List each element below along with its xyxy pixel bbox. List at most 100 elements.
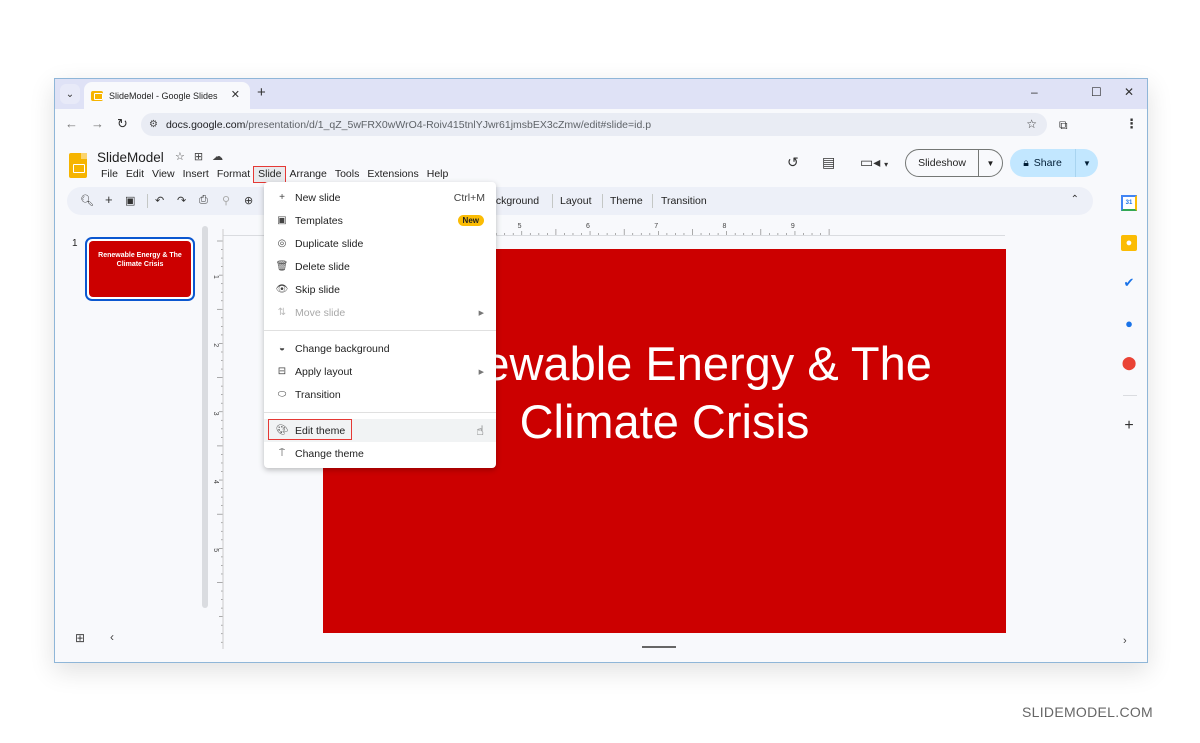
back-arrow-icon[interactable]: ← xyxy=(65,116,78,131)
side-panel: 31 ● ✔ ● ⬤ + xyxy=(1115,187,1147,657)
zoom-icon[interactable]: ⊕ xyxy=(244,194,253,207)
get-addons-plus-icon[interactable]: + xyxy=(1121,417,1137,434)
google-maps-icon[interactable]: ⬤ xyxy=(1121,355,1137,371)
menu-item-apply-layout[interactable]: ⊟ Apply layout ▶ xyxy=(264,360,496,383)
extensions-puzzle-icon[interactable]: ⧉ xyxy=(1059,118,1068,133)
menu-item-templates[interactable]: ▣ Templates New xyxy=(264,209,496,232)
ruler-label: 5 xyxy=(518,223,522,230)
new-tab-button[interactable]: + xyxy=(257,84,266,101)
menu-edit[interactable]: Edit xyxy=(122,167,148,182)
reload-icon[interactable]: ↻ xyxy=(117,116,128,132)
menu-item-change-background[interactable]: ◒ Change background xyxy=(264,337,496,360)
ruler-label: 3 xyxy=(212,412,219,416)
menu-item-label: Duplicate slide xyxy=(295,237,364,250)
document-title[interactable]: SlideModel xyxy=(97,150,164,165)
menu-item-label: New slide xyxy=(295,191,341,204)
close-tab-icon[interactable]: ✕ xyxy=(231,88,240,101)
google-keep-icon[interactable]: ● xyxy=(1121,235,1137,251)
cloud-status-icon[interactable]: ☁ xyxy=(212,150,223,163)
slide-thumbnail[interactable]: Renewable Energy & The Climate Crisis xyxy=(85,237,195,301)
new-slide-layout-icon[interactable]: ▣ xyxy=(125,194,135,207)
toolbar-divider xyxy=(652,194,653,208)
slideshow-button[interactable]: Slideshow ▼ xyxy=(905,149,1003,177)
menu-arrange[interactable]: Arrange xyxy=(285,167,330,182)
tab-search-button[interactable]: ⌄ xyxy=(60,84,80,104)
menu-format[interactable]: Format xyxy=(213,167,254,182)
minimize-button[interactable]: – xyxy=(1031,85,1038,99)
redo-icon[interactable]: ↷ xyxy=(177,194,186,207)
vertical-ruler[interactable]: 1 2 3 4 5 xyxy=(208,229,224,649)
slides-logo-icon[interactable] xyxy=(69,153,87,178)
google-tasks-icon[interactable]: ✔ xyxy=(1121,275,1137,291)
chevron-down-icon: ⌄ xyxy=(65,88,75,100)
move-folder-icon[interactable]: ⊞ xyxy=(194,150,203,163)
menu-item-label: Skip slide xyxy=(295,283,340,296)
bookmark-star-icon[interactable]: ☆ xyxy=(1026,117,1037,131)
menu-item-label: Change theme xyxy=(295,447,364,460)
menu-item-skip-slide[interactable]: 👁︎ Skip slide xyxy=(264,278,496,301)
menu-item-label: Change background xyxy=(295,342,390,355)
browser-tab[interactable]: SlideModel - Google Slides ✕ xyxy=(84,82,250,109)
ruler-label: 7 xyxy=(654,223,658,230)
google-calendar-icon[interactable]: 31 xyxy=(1121,195,1137,211)
comments-icon[interactable]: ▤ xyxy=(822,154,835,171)
menu-item-duplicate-slide[interactable]: ◎ Duplicate slide xyxy=(264,232,496,255)
move-icon: ⇅ xyxy=(277,307,287,318)
menu-item-delete-slide[interactable]: 🗑︎ Delete slide xyxy=(264,255,496,278)
address-bar-row: ← → ↻ ⚙ docs.google.com/presentation/d/1… xyxy=(55,109,1147,141)
forward-arrow-icon[interactable]: → xyxy=(91,116,104,131)
menu-slide[interactable]: Slide xyxy=(253,166,287,183)
collapse-toolbar-icon[interactable]: ⌃ xyxy=(1071,194,1079,205)
new-slide-plus-icon[interactable]: + xyxy=(105,192,113,207)
toolbar-divider xyxy=(602,194,603,208)
menu-file[interactable]: File xyxy=(97,167,122,182)
annotation-highlight-box xyxy=(268,419,352,440)
undo-icon[interactable]: ↶ xyxy=(155,194,164,207)
slideshow-label[interactable]: Slideshow xyxy=(906,150,979,176)
eye-icon: 👁︎ xyxy=(275,284,289,295)
grid-view-icon[interactable]: ⊞ xyxy=(75,631,85,645)
ruler-label: 1 xyxy=(212,275,219,279)
share-dropdown-icon[interactable]: ▼ xyxy=(1076,159,1098,168)
shortcut-label: Ctrl+M xyxy=(453,191,485,204)
menu-item-label: Transition xyxy=(295,388,341,401)
speaker-notes-drag-handle[interactable] xyxy=(642,646,676,648)
menu-tools[interactable]: Tools xyxy=(331,167,364,182)
share-button[interactable]: 🔒︎ Share ▼ xyxy=(1010,149,1098,177)
close-window-button[interactable]: ✕ xyxy=(1124,85,1134,99)
star-icon[interactable]: ☆ xyxy=(175,150,185,163)
print-icon[interactable]: ⎙ xyxy=(199,194,208,207)
menu-item-edit-theme[interactable]: 🎨︎ Edit theme ☝ xyxy=(264,419,496,442)
url-path: /presentation/d/1_qZ_5wFRX0wWrO4-Roiv415… xyxy=(245,118,652,131)
menu-divider xyxy=(264,330,496,331)
toolbar-divider xyxy=(552,194,553,208)
slides-favicon-icon xyxy=(91,90,103,101)
menu-item-transition[interactable]: ⬭ Transition xyxy=(264,383,496,406)
toolbar-transition-button[interactable]: Transition xyxy=(661,195,707,207)
collapse-filmstrip-icon[interactable]: ‹ xyxy=(110,630,114,644)
templates-icon: ▣ xyxy=(277,215,287,226)
google-contacts-icon[interactable]: ● xyxy=(1121,315,1137,331)
menu-view[interactable]: View xyxy=(148,167,179,182)
url-input[interactable]: ⚙ docs.google.com/presentation/d/1_qZ_5w… xyxy=(141,113,1047,136)
slide-number: 1 xyxy=(72,238,78,249)
menu-item-move-slide[interactable]: ⇅ Move slide ▶ xyxy=(264,301,496,324)
transition-icon: ⬭ xyxy=(277,389,287,400)
menu-item-new-slide[interactable]: + New slide Ctrl+M xyxy=(264,186,496,209)
toolbar-theme-button[interactable]: Theme xyxy=(610,195,643,207)
menu-item-change-theme[interactable]: ⍑ Change theme xyxy=(264,442,496,465)
meet-camera-icon[interactable]: ▭◂ ▾ xyxy=(860,154,888,171)
version-history-icon[interactable]: ↺ xyxy=(787,154,799,171)
slideshow-dropdown-icon[interactable]: ▼ xyxy=(979,159,1002,168)
site-info-icon[interactable]: ⚙ xyxy=(149,119,158,130)
menu-extensions[interactable]: Extensions xyxy=(363,167,422,182)
paint-format-icon[interactable]: ⚲ xyxy=(222,194,230,207)
maximize-button[interactable]: ☐ xyxy=(1091,85,1102,99)
ruler-label: 4 xyxy=(212,480,219,484)
search-menus-icon[interactable]: 🔍︎ xyxy=(80,194,94,207)
browser-menu-kebab-icon[interactable]: ⋮ xyxy=(1125,116,1138,132)
menu-help[interactable]: Help xyxy=(423,167,453,182)
toolbar-layout-button[interactable]: Layout xyxy=(560,195,592,207)
menu-insert[interactable]: Insert xyxy=(179,167,213,182)
toolbar-background-button[interactable]: ackground xyxy=(490,195,539,207)
